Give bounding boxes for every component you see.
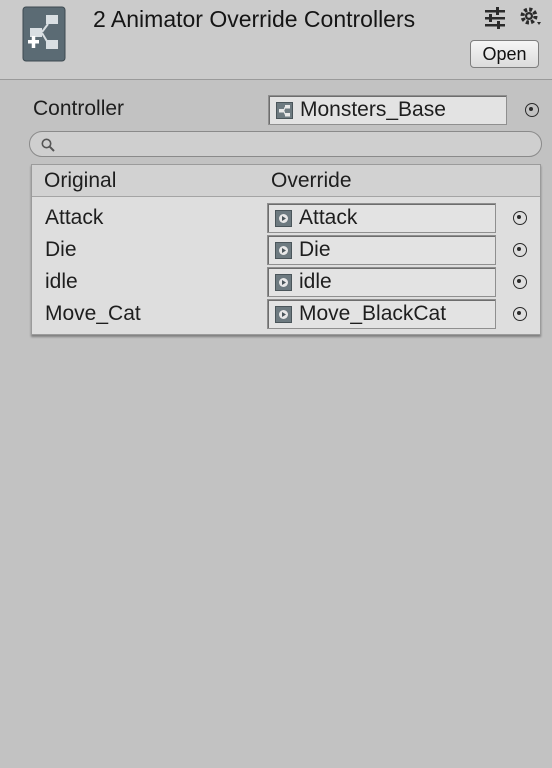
object-picker-icon[interactable] <box>513 275 527 289</box>
animator-controller-icon <box>276 102 293 119</box>
override-clip-value: Attack <box>299 206 358 229</box>
override-clip-field[interactable]: idle <box>267 267 496 297</box>
search-field[interactable] <box>29 131 542 157</box>
original-clip-label: idle <box>45 270 78 293</box>
object-picker-icon[interactable] <box>513 211 527 225</box>
override-column-header: Override <box>271 169 352 192</box>
animation-clip-icon <box>275 306 292 323</box>
object-picker-icon[interactable] <box>513 307 527 321</box>
original-clip-label: Move_Cat <box>45 302 141 325</box>
search-icon <box>41 138 55 152</box>
preset-sliders-icon[interactable] <box>482 4 508 30</box>
gear-icon[interactable] <box>518 4 544 30</box>
animator-override-controller-icon <box>22 6 66 62</box>
inspector-title: 2 Animator Override Controllers <box>93 6 416 32</box>
object-picker-icon[interactable] <box>513 243 527 257</box>
controller-value: Monsters_Base <box>300 98 446 121</box>
object-picker-icon[interactable] <box>525 103 539 117</box>
animation-clip-icon <box>275 274 292 291</box>
override-clip-value: Die <box>299 238 331 261</box>
original-clip-label: Die <box>45 238 77 261</box>
original-clip-label: Attack <box>45 206 104 229</box>
override-clip-field[interactable]: Move_BlackCat <box>267 299 496 329</box>
original-column-header: Original <box>44 169 117 192</box>
list-header: Original Override <box>32 165 540 197</box>
controller-label: Controller <box>33 97 125 120</box>
overrides-list: Original Override Attack Attack Die Die <box>31 164 541 335</box>
inspector-header: 2 Animator Override Controllers Open <box>0 0 552 80</box>
override-clip-field[interactable]: Die <box>267 235 496 265</box>
animation-clip-icon <box>275 210 292 227</box>
animation-clip-icon <box>275 242 292 259</box>
override-clip-value: Move_BlackCat <box>299 302 447 325</box>
override-clip-field[interactable]: Attack <box>267 203 496 233</box>
controller-field[interactable]: Monsters_Base <box>268 95 507 125</box>
override-clip-value: idle <box>299 270 332 293</box>
open-button[interactable]: Open <box>470 40 539 68</box>
